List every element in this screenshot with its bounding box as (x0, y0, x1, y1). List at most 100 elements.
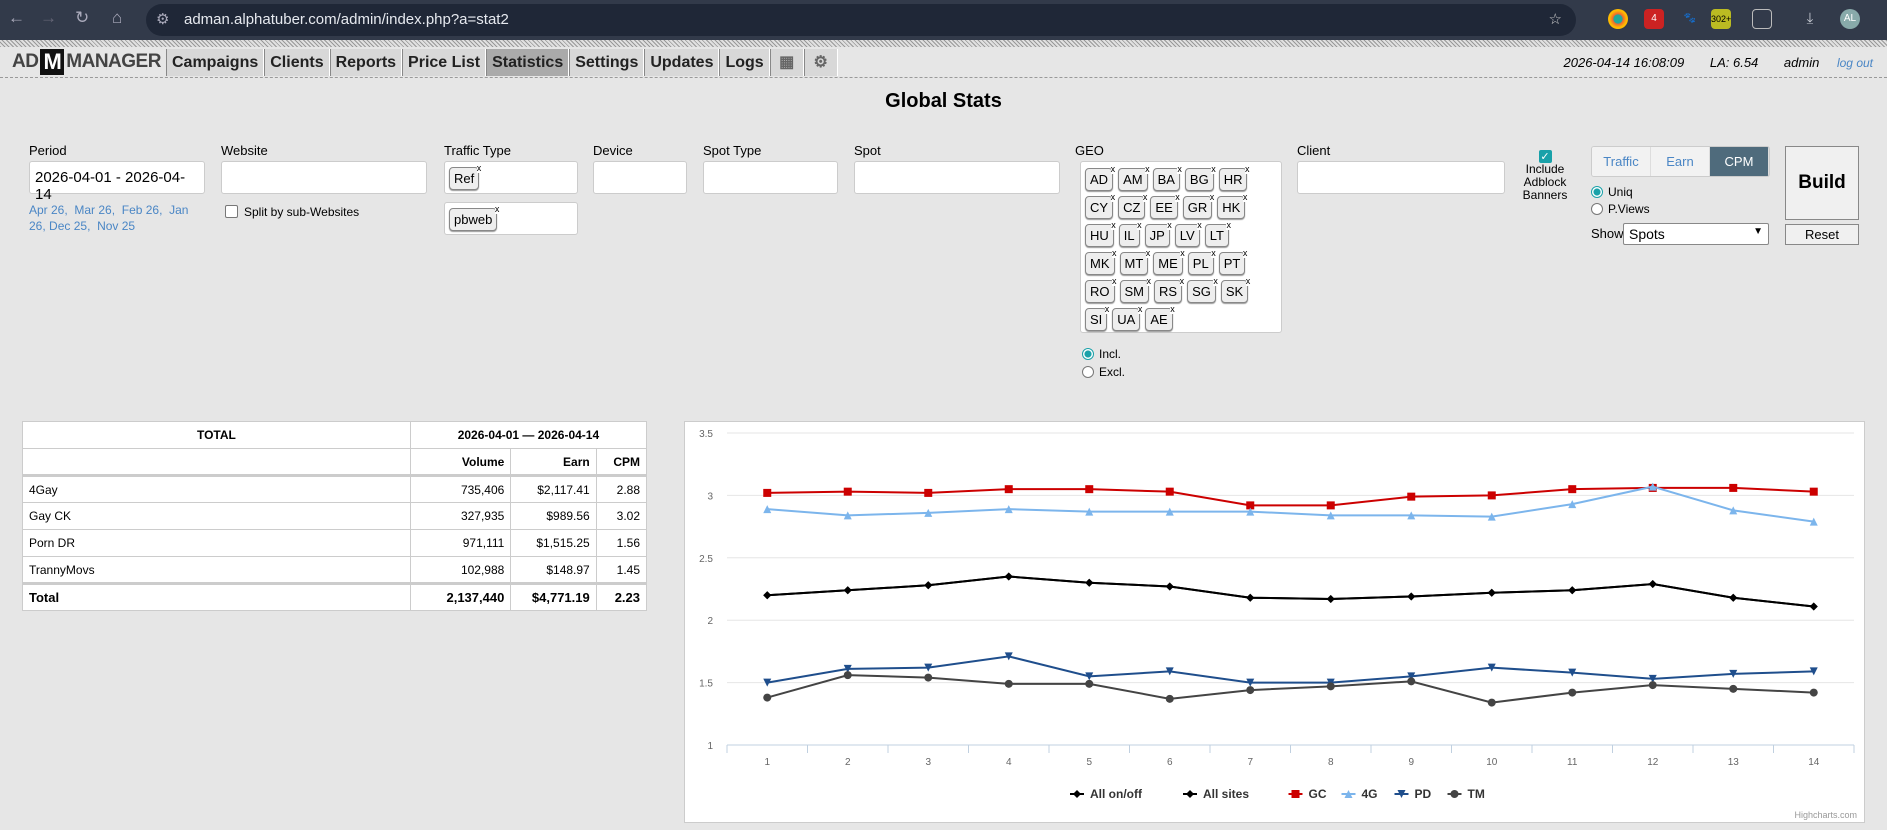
bookmark-star-icon[interactable]: ☆ (1549, 4, 1562, 36)
website-input[interactable] (221, 161, 427, 194)
tab-earn[interactable]: Earn (1651, 147, 1710, 176)
remove-tag-icon[interactable]: x (1180, 249, 1185, 258)
tab-traffic[interactable]: Traffic (1592, 147, 1651, 176)
geo-tag-me[interactable]: ME x (1153, 249, 1185, 275)
extension-badge-icon[interactable]: 4 (1644, 9, 1664, 29)
legend-item-pd[interactable]: PD (1415, 787, 1432, 801)
geo-excl-radio[interactable]: Excl. (1082, 363, 1125, 381)
remove-tag-icon[interactable]: x (1145, 165, 1150, 174)
paw-extension-icon[interactable]: 🐾 (1680, 9, 1700, 29)
legend-item-4g[interactable]: 4G (1362, 787, 1378, 801)
geo-tag-hu[interactable]: HU x (1085, 221, 1116, 247)
remove-tag-icon[interactable]: x (1146, 277, 1151, 286)
spot-type-input[interactable] (703, 161, 838, 194)
remove-tag-icon[interactable]: x (494, 205, 500, 214)
traffic-subtype-input[interactable]: pbweb x (444, 202, 578, 235)
geo-tag-sg[interactable]: SG x (1187, 277, 1218, 303)
adblock-option[interactable]: ✓ Include Adblock Banners (1520, 148, 1570, 202)
search-gear-icon[interactable]: ⚙ (803, 49, 838, 76)
tag-pbweb[interactable]: pbweb x (449, 205, 500, 231)
remove-tag-icon[interactable]: x (1177, 165, 1182, 174)
quick-link-feb26[interactable]: Feb 26 (122, 203, 159, 217)
geo-input[interactable]: AD x AM x BA x BG x HR x CY x CZ x EE x GR x HK x HU x IL x JP x L… (1080, 161, 1282, 333)
remove-tag-icon[interactable]: x (1142, 193, 1148, 202)
remove-tag-icon[interactable]: x (1211, 165, 1216, 174)
legend-item-gc[interactable]: GC (1309, 787, 1327, 801)
geo-tag-ad[interactable]: AD x (1085, 165, 1116, 191)
remove-tag-icon[interactable]: x (1245, 277, 1251, 286)
traffic-type-input[interactable]: Ref x (444, 161, 578, 194)
geo-tag-mk[interactable]: MK x (1085, 249, 1117, 275)
site-info-icon[interactable]: ⚙ (156, 4, 169, 36)
geo-tag-ae[interactable]: AE x (1145, 305, 1175, 331)
remove-tag-icon[interactable]: x (1197, 221, 1202, 230)
remove-tag-icon[interactable]: x (1242, 193, 1248, 202)
reload-icon[interactable]: ↻ (75, 8, 89, 28)
geo-tag-cz[interactable]: CZ x (1118, 193, 1148, 219)
geo-tag-si[interactable]: SI x (1085, 305, 1110, 331)
home-icon[interactable]: ⌂ (112, 8, 122, 28)
nav-updates[interactable]: Updates (644, 49, 720, 76)
geo-tag-lv[interactable]: LV x (1174, 221, 1202, 247)
remove-tag-icon[interactable]: x (1213, 277, 1218, 286)
nav-statistics[interactable]: Statistics (486, 49, 570, 76)
tag-ref[interactable]: Ref x (449, 164, 482, 190)
remove-tag-icon[interactable]: x (1179, 277, 1185, 286)
geo-tag-ro[interactable]: RO x (1085, 277, 1117, 303)
geo-tag-ee[interactable]: EE x (1150, 193, 1180, 219)
legend-item-all-sites[interactable]: All sites (1203, 787, 1249, 801)
nav-campaigns[interactable]: Campaigns (166, 49, 265, 76)
admanager-logo[interactable]: AD M MANAGER (12, 49, 161, 75)
logout-link[interactable]: log out (1837, 56, 1873, 70)
geo-tag-hk[interactable]: HK x (1217, 193, 1248, 219)
quick-link-apr26[interactable]: Apr 26 (29, 203, 64, 217)
nav-reports[interactable]: Reports (329, 49, 403, 76)
client-input[interactable] (1297, 161, 1505, 194)
geo-tag-sm[interactable]: SM x (1119, 277, 1151, 303)
legend-item-tm[interactable]: TM (1468, 787, 1485, 801)
calculator-icon[interactable]: ▦ (769, 49, 804, 76)
spot-input[interactable] (854, 161, 1060, 194)
quick-link-mar26[interactable]: Mar 26 (74, 203, 111, 217)
geo-tag-sk[interactable]: SK x (1220, 277, 1251, 303)
remove-tag-icon[interactable]: x (1170, 305, 1175, 314)
nav-price-list[interactable]: Price List (402, 49, 487, 76)
geo-tag-gr[interactable]: GR x (1182, 193, 1215, 219)
remove-tag-icon[interactable]: x (1242, 249, 1248, 258)
remove-tag-icon[interactable]: x (1226, 221, 1231, 230)
extensions-icon[interactable] (1752, 9, 1772, 29)
build-button[interactable]: Build (1785, 146, 1859, 220)
geo-tag-ba[interactable]: BA x (1152, 165, 1182, 191)
remove-tag-icon[interactable]: x (1137, 221, 1142, 230)
remove-tag-icon[interactable]: x (1209, 193, 1215, 202)
remove-tag-icon[interactable]: x (1112, 249, 1117, 258)
geo-tag-lt[interactable]: LT x (1204, 221, 1231, 247)
nav-settings[interactable]: Settings (569, 49, 645, 76)
remove-tag-icon[interactable]: x (1137, 305, 1143, 314)
legend-item-all-on-off[interactable]: All on/off (1090, 787, 1143, 801)
counter-extension-icon[interactable]: 302+ (1711, 9, 1731, 29)
remove-tag-icon[interactable]: x (1167, 221, 1172, 230)
remove-tag-icon[interactable]: x (1112, 277, 1117, 286)
uniq-radio[interactable]: Uniq (1591, 184, 1650, 201)
geo-tag-il[interactable]: IL x (1118, 221, 1142, 247)
tab-cpm[interactable]: CPM (1710, 147, 1769, 176)
geo-tag-cy[interactable]: CY x (1085, 193, 1116, 219)
geo-tag-pl[interactable]: PL x (1187, 249, 1216, 275)
geo-incl-radio[interactable]: Incl. (1082, 345, 1125, 363)
geo-tag-rs[interactable]: RS x (1154, 277, 1185, 303)
geo-tag-mt[interactable]: MT x (1119, 249, 1151, 275)
geo-tag-pt[interactable]: PT x (1218, 249, 1248, 275)
nav-clients[interactable]: Clients (264, 49, 330, 76)
forward-icon[interactable]: → (40, 8, 57, 28)
geo-tag-hr[interactable]: HR x (1218, 165, 1250, 191)
remove-tag-icon[interactable]: x (1211, 249, 1216, 258)
nav-logs[interactable]: Logs (719, 49, 770, 76)
geo-tag-am[interactable]: AM x (1118, 165, 1150, 191)
remove-tag-icon[interactable]: x (1111, 221, 1116, 230)
geo-tag-ua[interactable]: UA x (1112, 305, 1143, 331)
remove-tag-icon[interactable]: x (1110, 193, 1116, 202)
back-icon[interactable]: ← (8, 8, 25, 28)
split-sub-websites[interactable]: Split by sub-Websites (225, 205, 359, 219)
reset-button[interactable]: Reset (1785, 224, 1859, 245)
